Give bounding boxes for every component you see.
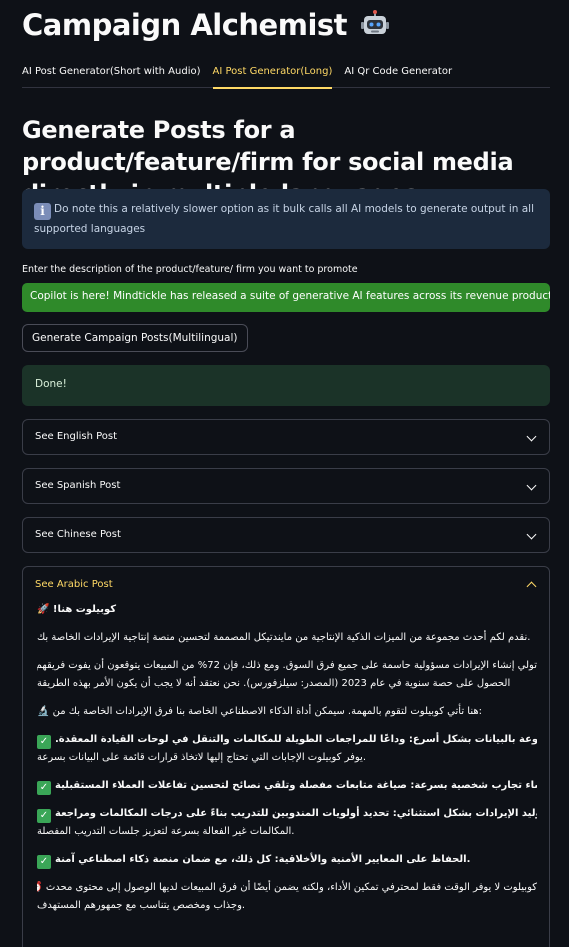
expander-english-label: See English Post [35,431,118,442]
arabic-post-line: تولي إنشاء الإيرادات مسؤولية حاسمة على ج… [37,660,537,671]
arabic-post-line: الحصول على حصة سنوية في عام 2023 (المصدر… [37,678,511,689]
arabic-post-paragraph: كوبيلوت لا يوفر الوقت فقط لمحترفي تمكين … [37,879,537,915]
robot-icon [360,10,389,34]
expander-spanish-post[interactable]: See Spanish Post [22,468,550,504]
chevron-down-icon [526,480,537,491]
chevron-down-icon [526,431,537,442]
expander-arabic-label[interactable]: See Arabic Post [35,567,113,603]
arabic-post-line: .يوفر كوبيلوت الإجابات التي تحتاج إليها … [37,752,367,763]
generate-campaign-posts-button[interactable]: Generate Campaign Posts(Multilingual) [22,324,248,352]
description-input-label: Enter the description of the product/fea… [22,264,358,275]
tab-ai-post-generator-short[interactable]: AI Post Generator(Short with Audio) [22,60,201,88]
arabic-post-paragraph: .نقدم لكم أحدث مجموعة من الميزات الذكية … [37,632,531,643]
status-success-message: Done! [22,365,550,406]
app-title-text: Campaign Alchemist [22,8,348,42]
info-alert: i Do note this a relatively slower option… [22,189,550,249]
arabic-post-line: .المكالمات غير الفعالة بسرعة لتعزيز جلسا… [37,826,295,837]
info-icon: i [34,203,51,220]
chevron-up-icon[interactable] [526,581,537,592]
arabic-post-line: كوبيلوت لا يوفر الوقت فقط لمحترفي تمكين … [37,882,537,893]
arabic-post-paragraph: :هنا تأتي كوبيلوت لتقوم بالمهمة. سيمكن أ… [37,706,482,717]
arabic-post-content: كوبيلوت هنا! 🚀 .نقدم لكم أحدث مجموعة من … [23,601,549,925]
expander-english-post[interactable]: See English Post [22,419,550,455]
tab-ai-post-generator-long[interactable]: AI Post Generator(Long) [212,60,332,89]
arabic-post-paragraph: ✓ اكتشاف رؤى مدفوعة بالبيانات بشكل أسرع: … [37,731,537,767]
description-input[interactable]: Copilot is here! Mindtickle has released… [22,283,550,312]
expander-chinese-label: See Chinese Post [35,529,121,540]
arabic-post-line-text: اكتشاف رؤى مدفوعة بالبيانات بشكل أسرع: و… [55,734,537,745]
app-title: Campaign Alchemist [22,8,389,42]
chevron-down-icon [526,529,537,540]
arabic-post-paragraph: ✓ تنفيذ تفاعلات توليد الإيرادات بشكل استث… [37,805,537,841]
expander-spanish-label: See Spanish Post [35,480,121,491]
arabic-post-paragraph: تولي إنشاء الإيرادات مسؤولية حاسمة على ج… [37,657,537,693]
arabic-post-line: ✓ اكتشاف رؤى مدفوعة بالبيانات بشكل أسرع: … [37,731,537,749]
info-alert-text: Do note this a relatively slower option … [34,203,535,235]
arabic-post-line: ✓ تنفيذ تفاعلات توليد الإيرادات بشكل استث… [37,805,537,823]
arabic-post-paragraph: ✓ .الحفاظ على المعايير الأمنية والأخلاقية… [37,851,537,869]
arabic-post-line-text: .الحفاظ على المعايير الأمنية والأخلاقية:… [55,854,471,865]
tab-bar: AI Post Generator(Short with Audio) AI P… [22,60,550,89]
tab-ai-qr-code-generator[interactable]: AI Qr Code Generator [344,60,452,88]
expander-chinese-post[interactable]: See Chinese Post [22,517,550,553]
arabic-post-paragraph: ✓ .إنشاء تجارب شخصية بسرعة: صياغة متابعات… [37,777,537,795]
arabic-post-paragraph: كوبيلوت هنا! 🚀 [37,604,117,615]
arabic-post-line-text: .إنشاء تجارب شخصية بسرعة: صياغة متابعات … [55,780,537,791]
check-icon: ✓ [37,781,51,795]
check-icon: ✓ [37,809,51,823]
expander-arabic-post: See Arabic Post كوبيلوت هنا! 🚀 .نقدم لكم… [22,566,550,947]
check-icon: ✓ [37,855,51,869]
check-icon: ✓ [37,735,51,749]
arabic-post-line-text: تنفيذ تفاعلات توليد الإيرادات بشكل استثن… [55,808,537,819]
arabic-post-line: .وجذاب ومخصص يتناسب مع جمهورهم المستهدف [37,900,246,911]
